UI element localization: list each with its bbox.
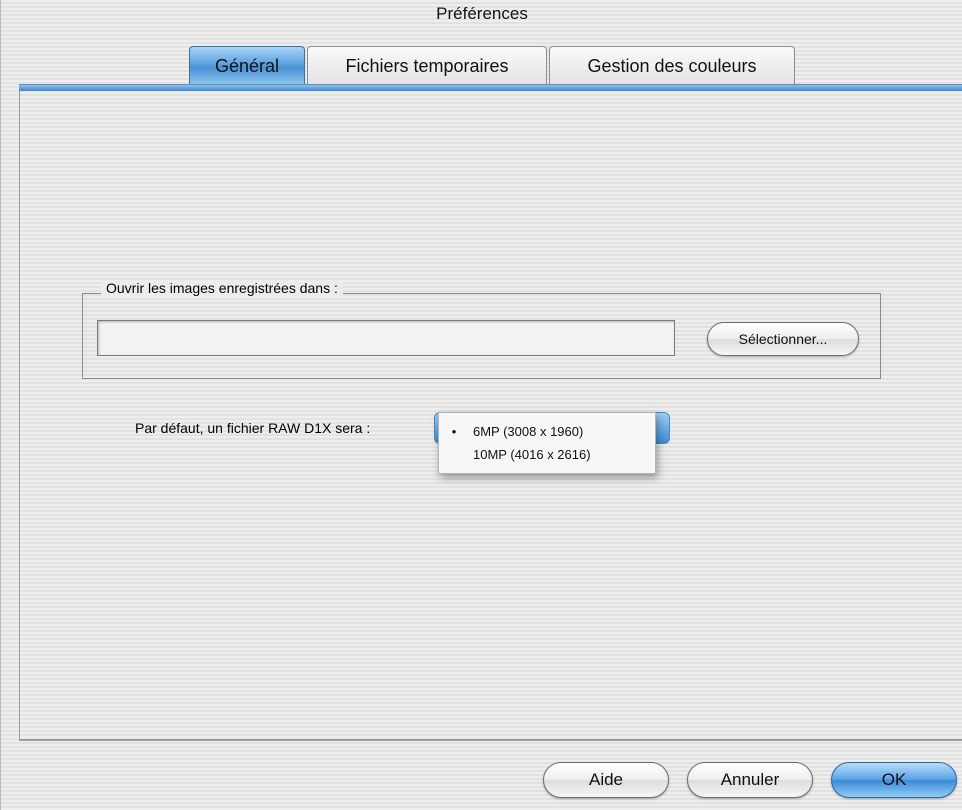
open-folder-label: Ouvrir les images enregistrées dans : [101,280,343,296]
footer-divider [19,740,962,741]
menu-item-label: 10MP (4016 x 2616) [473,447,591,462]
raw-default-label: Par défaut, un fichier RAW D1X sera : [135,420,371,436]
folder-path-field[interactable] [97,320,675,356]
menu-item-10mp[interactable]: 10MP (4016 x 2616) [439,444,657,466]
tab-color-management[interactable]: Gestion des couleurs [549,46,795,84]
selected-bullet-icon: • [451,424,457,439]
window-title: Préférences [436,4,528,23]
cancel-button[interactable]: Annuler [687,762,813,798]
preferences-window: Préférences Général Fichiers temporaires… [0,0,962,810]
help-button[interactable]: Aide [543,762,669,798]
select-folder-button[interactable]: Sélectionner... [707,322,859,356]
tab-temporary-files[interactable]: Fichiers temporaires [307,46,547,84]
menu-item-6mp[interactable]: • 6MP (3008 x 1960) [439,421,657,443]
ok-button[interactable]: OK [831,762,957,798]
tab-general[interactable]: Général [189,46,305,84]
menu-item-label: 6MP (3008 x 1960) [473,424,584,439]
raw-size-menu: • 6MP (3008 x 1960) 10MP (4016 x 2616) [438,412,656,474]
